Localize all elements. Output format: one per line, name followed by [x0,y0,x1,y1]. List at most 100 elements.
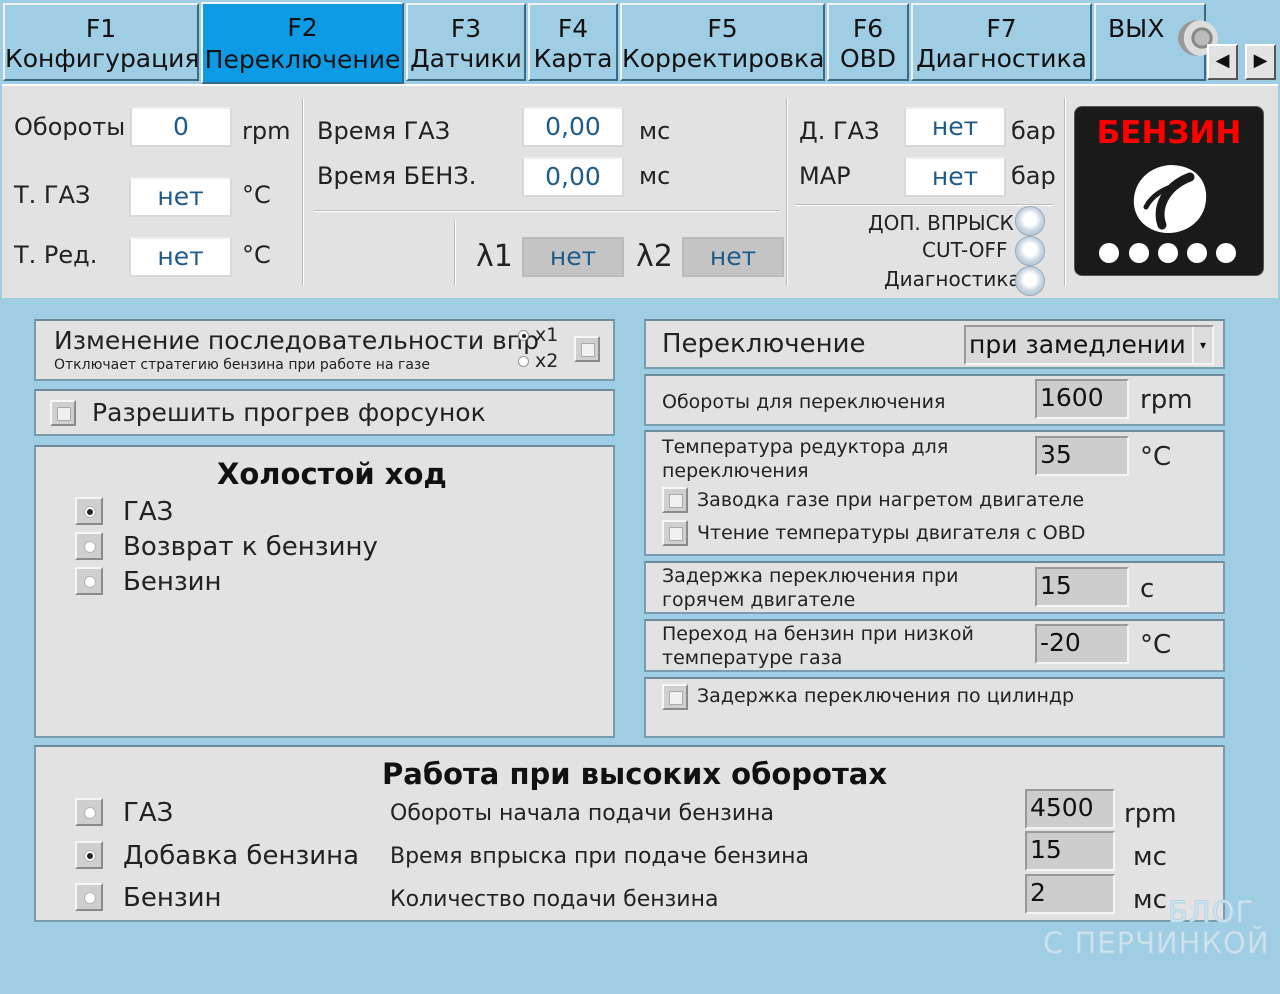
start-rpm-input[interactable]: 4500 [1025,789,1115,829]
idle-return-petrol-label: Возврат к бензину [123,532,378,562]
fuel-mode-button[interactable]: БЕНЗИН [1074,106,1264,276]
divider [795,204,1053,206]
tab-scroll-left-button[interactable]: ◀ [1207,44,1238,80]
high-rpm-add-petrol-label: Добавка бензина [123,841,360,871]
injector-heating-label: Разрешить прогрев форсунок [92,398,486,427]
tab-label: Корректировка [622,44,825,73]
reducer-temp-value: нет [129,237,232,277]
switch-rpm-label: Обороты для переключения [662,391,946,413]
map-value: нет [904,157,1006,197]
cylinder-delay-checkbox[interactable] [662,684,688,710]
switch-temp-label-2: переключения [662,460,809,482]
petrol-time-label: Время БЕНЗ. [317,162,477,190]
tab-scroll-right-button[interactable]: ▶ [1245,44,1276,80]
sequence-checkbox[interactable] [574,336,600,362]
warm-start-checkbox[interactable] [662,487,688,513]
arrow-right-icon: ▶ [1253,50,1268,71]
hot-delay-input[interactable]: 15 [1035,567,1129,607]
start-rpm-unit: rpm [1124,799,1177,829]
status-dot-icon [1158,243,1178,263]
idle-return-petrol-radio[interactable] [75,532,103,560]
low-temp-input[interactable]: -20 [1035,624,1129,664]
switch-rpm-input[interactable]: 1600 [1035,379,1129,419]
tab-key: F5 [707,14,738,43]
amount-label: Количество подачи бензина [390,887,719,912]
switch-mode-label: Переключение [662,329,866,359]
function-tab-bar: F1 Конфигурация F2 Переключение F3 Датчи… [0,0,1280,84]
gas-pressure-label: Д. ГАЗ [799,117,880,145]
tab-label: Диагностика [916,44,1087,73]
sequence-title: Изменение последовательности впр [54,326,540,355]
tab-map[interactable]: F4 Карта [528,3,618,81]
obd-temp-checkbox[interactable] [662,520,688,546]
fuel-drop-icon [1133,165,1207,233]
sequence-x1-radio[interactable] [518,330,529,341]
hot-delay-label-1: Задержка переключения при [662,565,959,587]
tab-key: F7 [986,14,1017,43]
idle-petrol-radio[interactable] [75,567,103,595]
high-rpm-petrol-radio[interactable] [75,883,103,911]
map-unit: бар [1011,162,1056,190]
switch-temp-unit: °C [1140,442,1172,472]
tab-sensors[interactable]: F3 Датчики [406,3,526,81]
low-temp-unit: °C [1140,630,1172,660]
cutoff-indicator-icon [1015,236,1045,266]
rpm-label: Обороты [14,113,126,141]
start-rpm-label: Обороты начала подачи бензина [390,801,775,826]
arrow-left-icon: ◀ [1215,50,1230,71]
tab-label: Карта [533,44,613,73]
idle-gas-radio[interactable] [75,497,103,525]
tab-key: F1 [85,14,117,43]
chevron-down-icon[interactable]: ▾ [1192,327,1212,363]
amount-input[interactable]: 2 [1025,874,1115,914]
tab-key: F4 [557,14,589,43]
reducer-temp-unit: °C [242,241,271,269]
tab-configuration[interactable]: F1 Конфигурация [3,3,199,81]
injector-heating-checkbox[interactable] [50,400,76,426]
status-dot-icon [1099,243,1119,263]
switch-mode-select[interactable]: при замедлении ▾ [964,325,1214,365]
fuel-mode-label: БЕНЗИН [1096,115,1242,151]
tab-switching[interactable]: F2 Переключение [201,2,404,84]
hot-delay-label-2: горячем двигателе [662,589,856,611]
switch-rpm-unit: rpm [1140,385,1193,415]
tab-obd[interactable]: F6 OBD [827,3,909,81]
high-rpm-title: Работа при высоких оборотах [382,757,888,791]
high-rpm-gas-radio[interactable] [75,798,103,826]
gas-time-label: Время ГАЗ [317,117,451,145]
gas-pressure-value: нет [904,107,1006,147]
high-rpm-add-petrol-radio[interactable] [75,841,103,869]
high-rpm-gas-label: ГАЗ [123,798,174,828]
diagnostics-indicator-icon [1015,266,1045,296]
high-rpm-petrol-label: Бензин [123,883,222,913]
lambda2-value: нет [682,237,784,277]
tab-label: OBD [839,44,897,73]
status-dot-icon [1216,243,1236,263]
obd-temp-label: Чтение температуры двигателя с OBD [697,522,1086,544]
amount-unit: мс [1133,885,1167,915]
sequence-x1-label: x1 [535,324,559,346]
rpm-value: 0 [130,107,232,147]
status-dot-icon [1187,243,1207,263]
inj-time-input[interactable]: 15 [1025,831,1115,871]
tab-key: F2 [287,13,318,42]
sequence-x2-radio[interactable] [518,356,529,367]
tab-correction[interactable]: F5 Корректировка [620,3,825,81]
gas-temp-label: Т. ГАЗ [14,181,91,209]
idle-title: Холостой ход [217,457,447,491]
divider [786,98,788,286]
petrol-time-value: 0,00 [522,157,624,197]
tab-label: Датчики [410,44,522,73]
watermark-line2: С ПЕРЧИНКОЙ [1043,926,1270,961]
cylinder-delay-label: Задержка переключения по цилиндр [697,685,1075,707]
low-temp-label-1: Переход на бензин при низкой [662,623,974,645]
switch-temp-input[interactable]: 35 [1035,436,1129,476]
sequence-subtitle: Отключает стратегию бензина при работе н… [54,357,430,373]
tab-diagnostics[interactable]: F7 Диагностика [911,3,1092,81]
lambda1-value: нет [522,237,624,277]
low-temp-label-2: температуре газа [662,647,843,669]
inj-time-label: Время впрыска при подаче бензина [390,844,810,869]
lambda2-label: λ2 [636,239,673,274]
warm-start-label: Заводка газе при нагретом двигателе [697,489,1085,511]
tab-key: F3 [450,14,482,43]
